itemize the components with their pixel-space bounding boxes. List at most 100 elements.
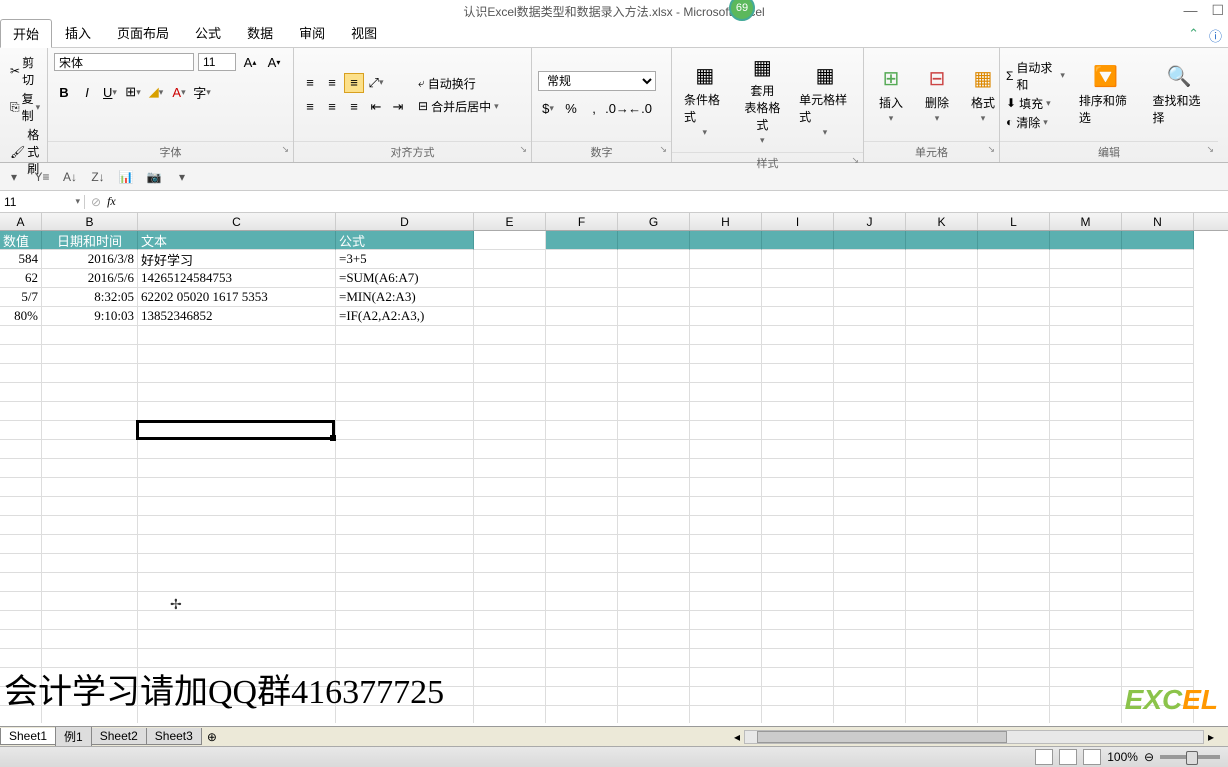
col-header-c[interactable]: C <box>138 213 336 230</box>
sort-asc-icon[interactable]: A↓ <box>60 167 80 187</box>
delete-cells-button[interactable]: ⊟ 删除▾ <box>916 64 958 126</box>
col-header-i[interactable]: I <box>762 213 834 230</box>
sheet-tab[interactable]: Sheet1 <box>0 728 56 745</box>
copy-button[interactable]: ⎘复制▾ <box>10 90 40 124</box>
sort-filter-button[interactable]: 🔽 排序和筛选 <box>1073 62 1139 128</box>
cells-area[interactable]: 数值 日期和时间 文本 公式 584 2016/3/8 好好学习 =3+5 62… <box>0 231 1228 723</box>
header-cell[interactable]: 公式 <box>336 231 474 250</box>
sheet-tab[interactable]: Sheet2 <box>91 728 147 745</box>
cell[interactable]: 62 <box>0 269 42 288</box>
sheet-tab[interactable]: 例1 <box>55 727 92 747</box>
tab-data[interactable]: 数据 <box>234 18 286 47</box>
font-name-select[interactable] <box>54 53 194 71</box>
cancel-formula-icon[interactable]: ⊘ <box>91 195 101 209</box>
phonetic-button[interactable]: 字▾ <box>192 82 212 102</box>
col-header-b[interactable]: B <box>42 213 138 230</box>
help-icon[interactable]: ⓘ <box>1209 26 1222 45</box>
minimize-button[interactable]: — <box>1183 2 1197 19</box>
align-right-button[interactable]: ≡ <box>344 97 364 117</box>
col-header-n[interactable]: N <box>1122 213 1194 230</box>
number-format-select[interactable]: 常规 <box>538 71 656 91</box>
cell[interactable]: 14265124584753 <box>138 269 336 288</box>
tab-view[interactable]: 视图 <box>338 18 390 47</box>
horizontal-scrollbar[interactable]: ◂ ▸ <box>223 730 1228 744</box>
indent-decrease-button[interactable]: ⇤ <box>366 97 386 117</box>
col-header-k[interactable]: K <box>906 213 978 230</box>
cell[interactable]: 9:10:03 <box>42 307 138 326</box>
cell[interactable]: =3+5 <box>336 250 474 269</box>
sec-formula-icon[interactable]: Y≡ <box>32 167 52 187</box>
normal-view-button[interactable] <box>1035 749 1053 765</box>
name-box[interactable]: 11 ▾ <box>0 195 85 209</box>
header-cell[interactable]: 文本 <box>138 231 336 250</box>
clear-button[interactable]: ◐清除▾ <box>1006 114 1065 131</box>
font-size-select[interactable] <box>198 53 236 71</box>
tab-insert[interactable]: 插入 <box>52 18 104 47</box>
col-header-d[interactable]: D <box>336 213 474 230</box>
cell[interactable]: 5/7 <box>0 288 42 307</box>
bold-button[interactable]: B <box>54 82 74 102</box>
scroll-thumb[interactable] <box>757 731 1007 743</box>
align-top-button[interactable]: ≡ <box>300 73 320 93</box>
col-header-f[interactable]: F <box>546 213 618 230</box>
orientation-button[interactable]: ⤢▾ <box>366 73 386 93</box>
underline-button[interactable]: U▾ <box>100 82 120 102</box>
autosum-button[interactable]: Σ自动求和▾ <box>1006 59 1065 93</box>
zoom-level[interactable]: 100% <box>1107 750 1138 764</box>
sec-chart-icon[interactable]: 📊 <box>116 167 136 187</box>
sec-dropdown2-icon[interactable]: ▾ <box>172 167 192 187</box>
cell[interactable]: 8:32:05 <box>42 288 138 307</box>
border-button[interactable]: ⊞▾ <box>123 82 143 102</box>
comma-button[interactable]: , <box>584 99 604 119</box>
wrap-text-button[interactable]: ⤶自动换行 <box>418 75 499 92</box>
find-select-button[interactable]: 🔍 查找和选择 <box>1146 62 1212 128</box>
table-format-button[interactable]: ▦ 套用 表格格式▾ <box>736 52 790 148</box>
zoom-out-button[interactable]: ⊖ <box>1144 750 1154 764</box>
scroll-left-icon[interactable]: ◂ <box>730 730 744 744</box>
increase-font-button[interactable]: A▴ <box>240 52 260 72</box>
spreadsheet-grid[interactable]: A B C D E F G H I J K L M N 数值 日期和时间 文本 … <box>0 213 1228 723</box>
fill-button[interactable]: ⬇填充▾ <box>1006 95 1065 112</box>
indent-increase-button[interactable]: ⇥ <box>388 97 408 117</box>
tab-page-layout[interactable]: 页面布局 <box>104 18 182 47</box>
percent-button[interactable]: % <box>561 99 581 119</box>
page-layout-view-button[interactable] <box>1059 749 1077 765</box>
cell[interactable]: =SUM(A6:A7) <box>336 269 474 288</box>
fill-color-button[interactable]: ◢▾ <box>146 82 166 102</box>
header-cell[interactable]: 数值 <box>0 231 42 250</box>
sort-desc-icon[interactable]: Z↓ <box>88 167 108 187</box>
cell[interactable]: 2016/3/8 <box>42 250 138 269</box>
header-cell[interactable]: 日期和时间 <box>42 231 138 250</box>
cell[interactable]: =IF(A2,A2:A3,) <box>336 307 474 326</box>
decrease-font-button[interactable]: A▾ <box>264 52 284 72</box>
sec-dropdown-icon[interactable]: ▾ <box>4 167 24 187</box>
cell-styles-button[interactable]: ▦ 单元格样式▾ <box>793 61 857 140</box>
cell[interactable]: 62202 05020 1617 5353 <box>138 288 336 307</box>
formula-input[interactable] <box>122 194 1222 209</box>
col-header-h[interactable]: H <box>690 213 762 230</box>
maximize-button[interactable]: ☐ <box>1211 2 1224 19</box>
cell[interactable]: 2016/5/6 <box>42 269 138 288</box>
col-header-a[interactable]: A <box>0 213 42 230</box>
tab-formulas[interactable]: 公式 <box>182 18 234 47</box>
col-header-l[interactable]: L <box>978 213 1050 230</box>
format-cells-button[interactable]: ▦ 格式▾ <box>962 64 1004 126</box>
increase-decimal-button[interactable]: .0→ <box>607 99 627 119</box>
col-header-j[interactable]: J <box>834 213 906 230</box>
decrease-decimal-button[interactable]: ←.0 <box>630 99 650 119</box>
page-break-view-button[interactable] <box>1083 749 1101 765</box>
name-box-dropdown-icon[interactable]: ▾ <box>75 196 80 207</box>
cell[interactable]: 80% <box>0 307 42 326</box>
font-color-button[interactable]: A▾ <box>169 82 189 102</box>
cell[interactable]: =MIN(A2:A3) <box>336 288 474 307</box>
col-header-g[interactable]: G <box>618 213 690 230</box>
cut-button[interactable]: ✂剪切 <box>10 54 40 88</box>
align-middle-button[interactable]: ≡ <box>322 73 342 93</box>
minimize-ribbon-icon[interactable]: ⌃ <box>1188 26 1199 45</box>
insert-cells-button[interactable]: ⊞ 插入▾ <box>870 64 912 126</box>
cell[interactable]: 13852346852 <box>138 307 336 326</box>
zoom-slider[interactable] <box>1160 755 1220 759</box>
col-header-e[interactable]: E <box>474 213 546 230</box>
align-left-button[interactable]: ≡ <box>300 97 320 117</box>
align-center-button[interactable]: ≡ <box>322 97 342 117</box>
